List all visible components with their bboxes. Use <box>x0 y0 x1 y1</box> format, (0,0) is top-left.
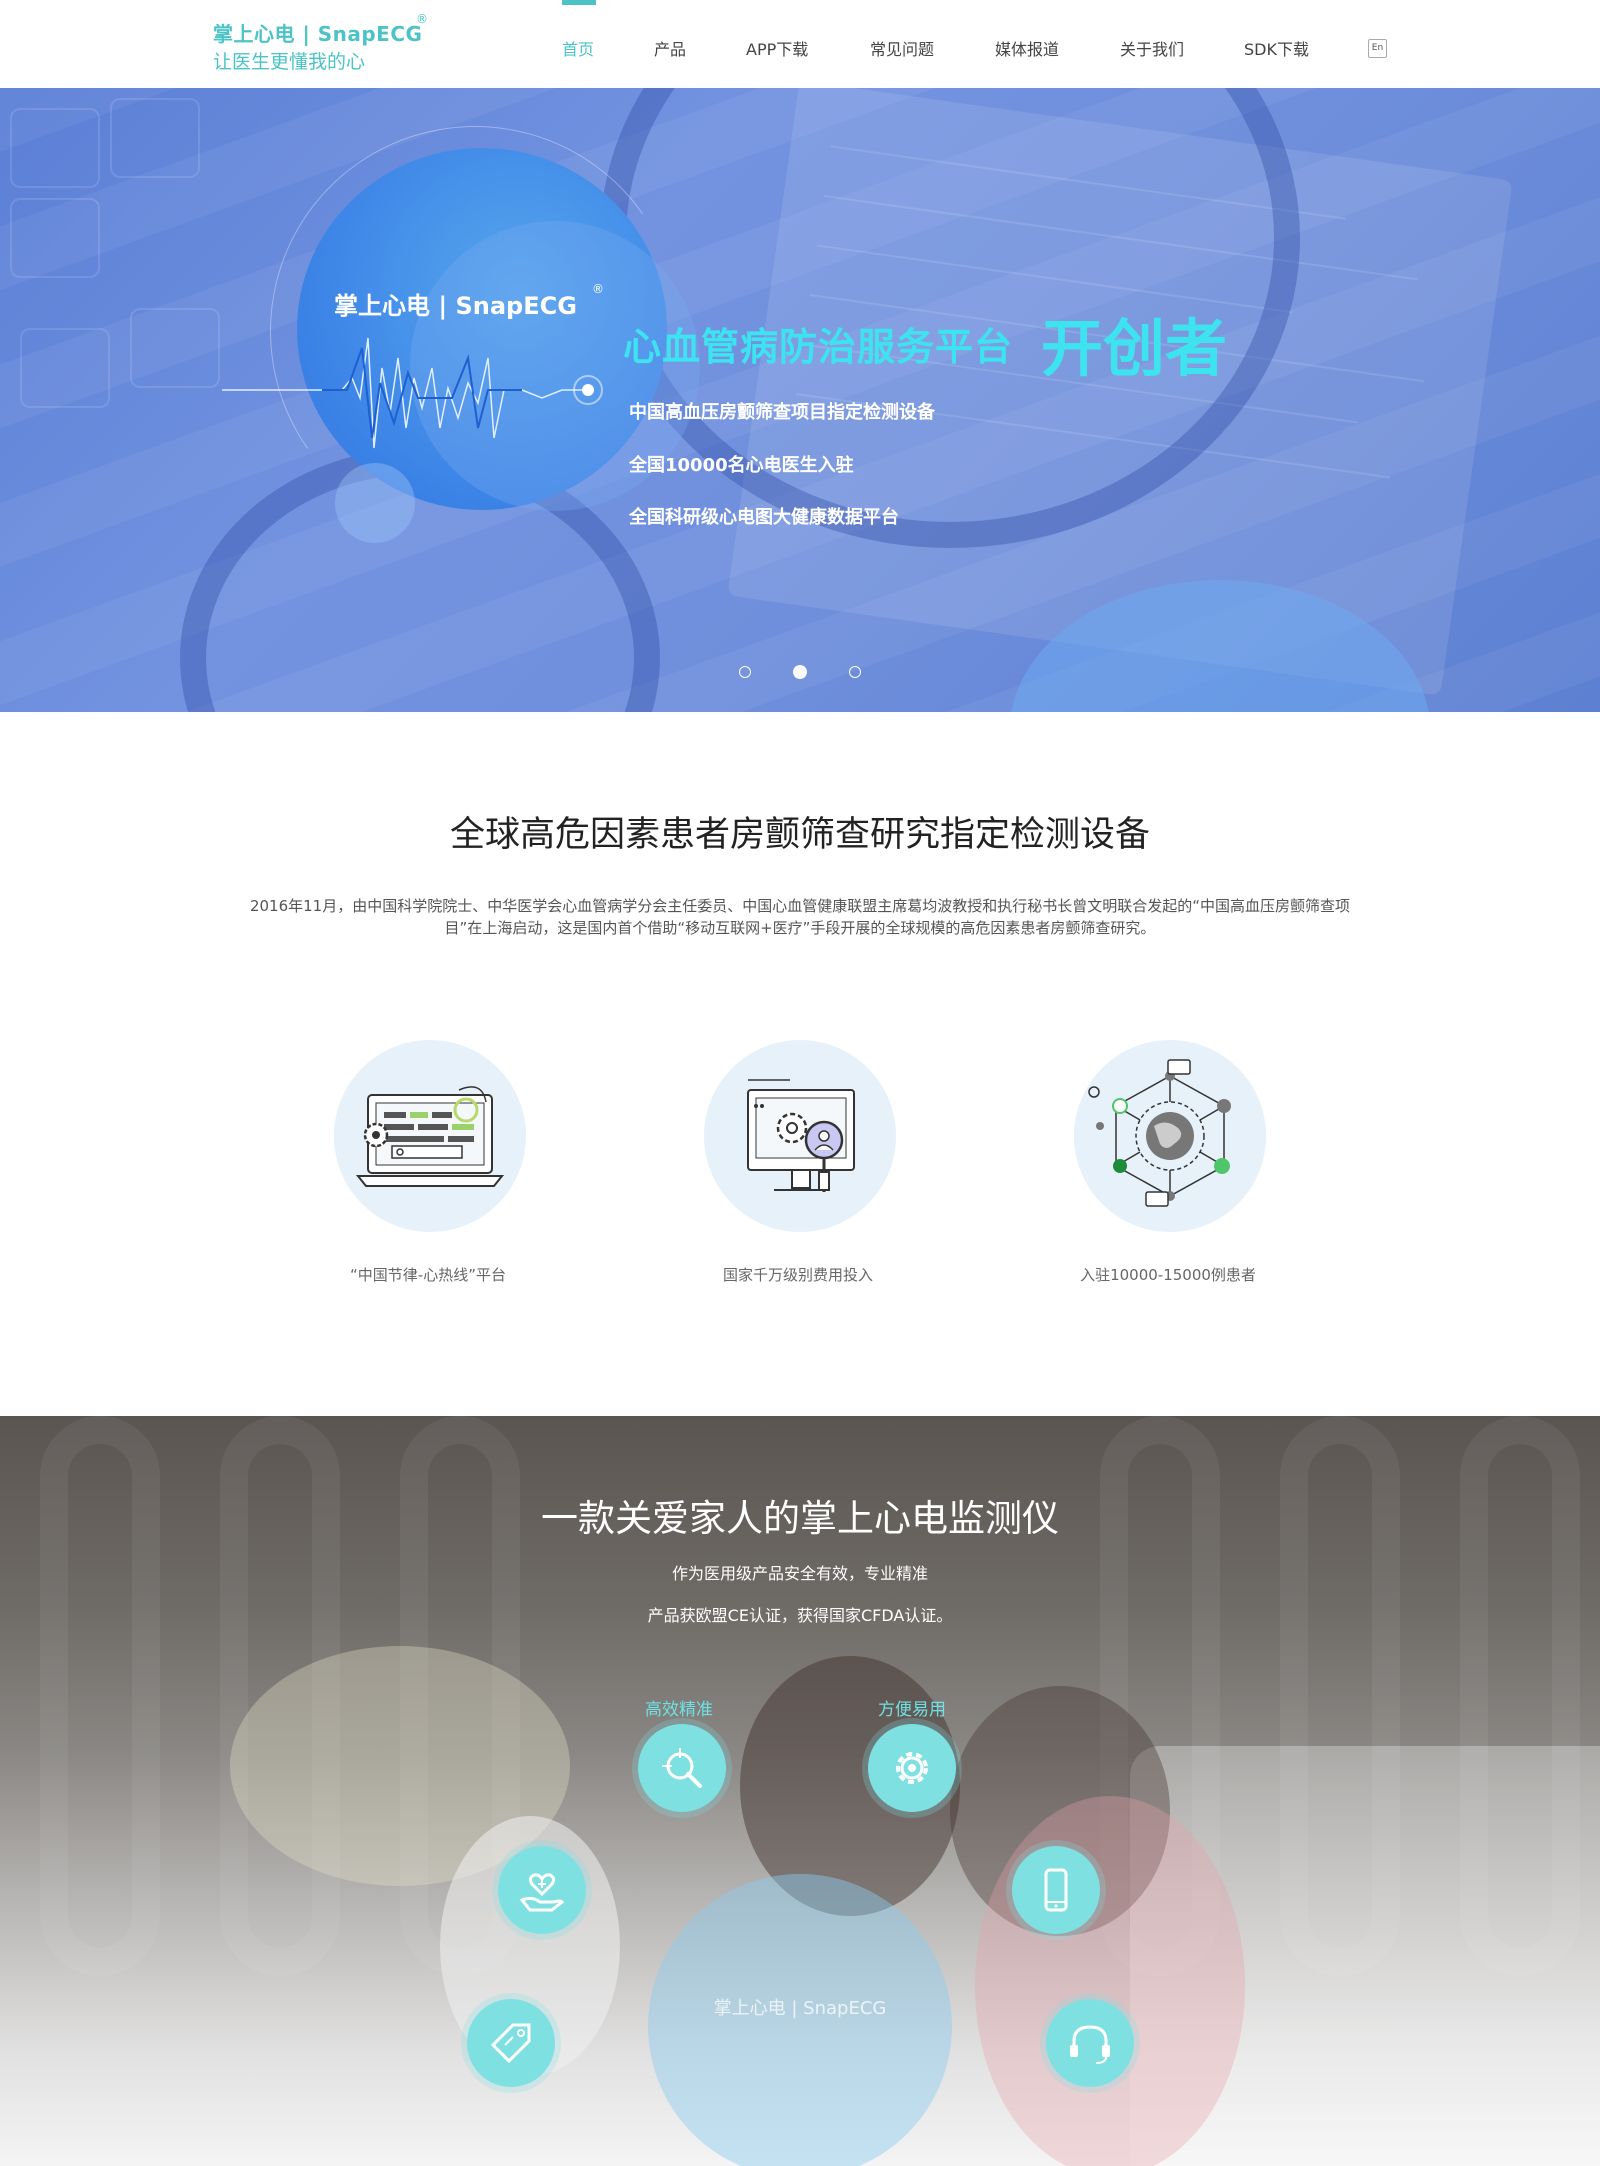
keyboard-key-decor <box>130 308 220 388</box>
carousel-dot-1[interactable] <box>739 666 751 678</box>
nav-item-about[interactable]: 关于我们 <box>1120 36 1184 60</box>
nav-item-home[interactable]: 首页 <box>562 36 594 60</box>
hero-title-highlight: 开创者 <box>1041 312 1228 385</box>
nav-active-indicator <box>562 0 596 5</box>
hero-bullet-1: 中国高血压房颤筛查项目指定检测设备 <box>629 402 935 423</box>
nav-item-products[interactable]: 产品 <box>654 36 686 60</box>
nav-item-media[interactable]: 媒体报道 <box>995 36 1059 60</box>
headset-icon <box>1070 2025 1110 2064</box>
carousel-dot-2[interactable] <box>793 665 807 679</box>
keyboard-key-decor <box>110 98 200 178</box>
price-tag-icon <box>490 2023 531 2064</box>
site-header: 掌上心电 | SnapECG ® 让医生更懂我的心 首页 产品 APP下载 常见… <box>0 0 1600 88</box>
gear-icon <box>896 1752 928 1784</box>
monitor-search-icon <box>747 1079 855 1192</box>
feature-accurate-button[interactable] <box>638 1724 726 1812</box>
product-section: 一款关爱家人的掌上心电监测仪 作为医用级产品安全有效，专业精准 产品获欧盟CE认… <box>0 1416 1600 2166</box>
carousel-dot-3[interactable] <box>849 666 861 678</box>
product-title: 一款关爱家人的掌上心电监测仪 <box>541 1497 1059 1540</box>
hero-brand: 掌上心电 | SnapECG <box>334 292 577 320</box>
feature-card: “中国节律-心热线”平台 <box>278 1040 578 1300</box>
language-switch[interactable]: En <box>1368 39 1387 58</box>
feature-care-button[interactable] <box>498 1846 586 1934</box>
nav-item-sdk-download[interactable]: SDK下载 <box>1244 36 1309 60</box>
nav-item-faq[interactable]: 常见问题 <box>870 36 934 60</box>
globe-network-icon <box>1088 1059 1231 1207</box>
site-logo[interactable]: 掌上心电 | SnapECG ® 让医生更懂我的心 <box>213 12 463 76</box>
hero-title: 心血管病防治服务平台 <box>623 325 1014 369</box>
section-title: 全球高危因素患者房颤筛查研究指定检测设备 <box>449 815 1150 855</box>
product-center-brand: 掌上心电 | SnapECG <box>713 1998 887 2019</box>
smartphone-icon <box>1044 1868 1068 1912</box>
hero-decor-bubble <box>335 463 415 543</box>
ecg-waveform-icon <box>222 337 603 449</box>
section-description: 2016年11月，由中国科学院院士、中华医学会心血管病学分会主任委员、中国心血管… <box>249 897 1351 937</box>
feature-label: “中国节律-心热线”平台 <box>350 1266 506 1284</box>
keyboard-key-decor <box>10 198 100 278</box>
nav-item-app-download[interactable]: APP下载 <box>746 36 808 60</box>
logo-registered-mark: ® <box>416 12 428 26</box>
feature-label: 国家千万级别费用投入 <box>722 1266 873 1284</box>
feature-card: 入驻10000-15000例患者 <box>1018 1040 1318 1300</box>
product-subtitle-1: 作为医用级产品安全有效，专业精准 <box>671 1564 928 1583</box>
feature-easy-button[interactable] <box>868 1724 956 1812</box>
laptop-settings-icon <box>355 1086 505 1187</box>
hero-bullet-2: 全国10000名心电医生入驻 <box>629 455 854 476</box>
heart-hand-icon <box>519 1873 565 1912</box>
hero-registered-mark: ® <box>592 282 604 296</box>
feature-label: 入驻10000-15000例患者 <box>1080 1266 1256 1284</box>
person-body-decor <box>975 1796 1245 2166</box>
product-center-circle <box>648 1874 952 2166</box>
logo-brand: 掌上心电 | SnapECG <box>213 22 423 46</box>
keyboard-key-decor <box>20 328 110 408</box>
hero-banner: 掌上心电 | SnapECG ® 心血管病防治服务平台 开创者 中国高血压房颤筛… <box>0 88 1600 712</box>
keyboard-key-decor <box>10 108 100 188</box>
hero-bullet-3: 全国科研级心电图大健康数据平台 <box>629 507 899 528</box>
feature-label-easy: 方便易用 <box>878 1700 946 1720</box>
feature-mobile-button[interactable] <box>1012 1846 1100 1934</box>
logo-slogan: 让医生更懂我的心 <box>213 51 366 73</box>
feature-card: 国家千万级别费用投入 <box>648 1040 948 1300</box>
search-crosshair-icon <box>662 1748 702 1788</box>
feature-label-accurate: 高效精准 <box>645 1700 713 1720</box>
product-subtitle-2: 产品获欧盟CE认证，获得国家CFDA认证。 <box>647 1606 953 1625</box>
